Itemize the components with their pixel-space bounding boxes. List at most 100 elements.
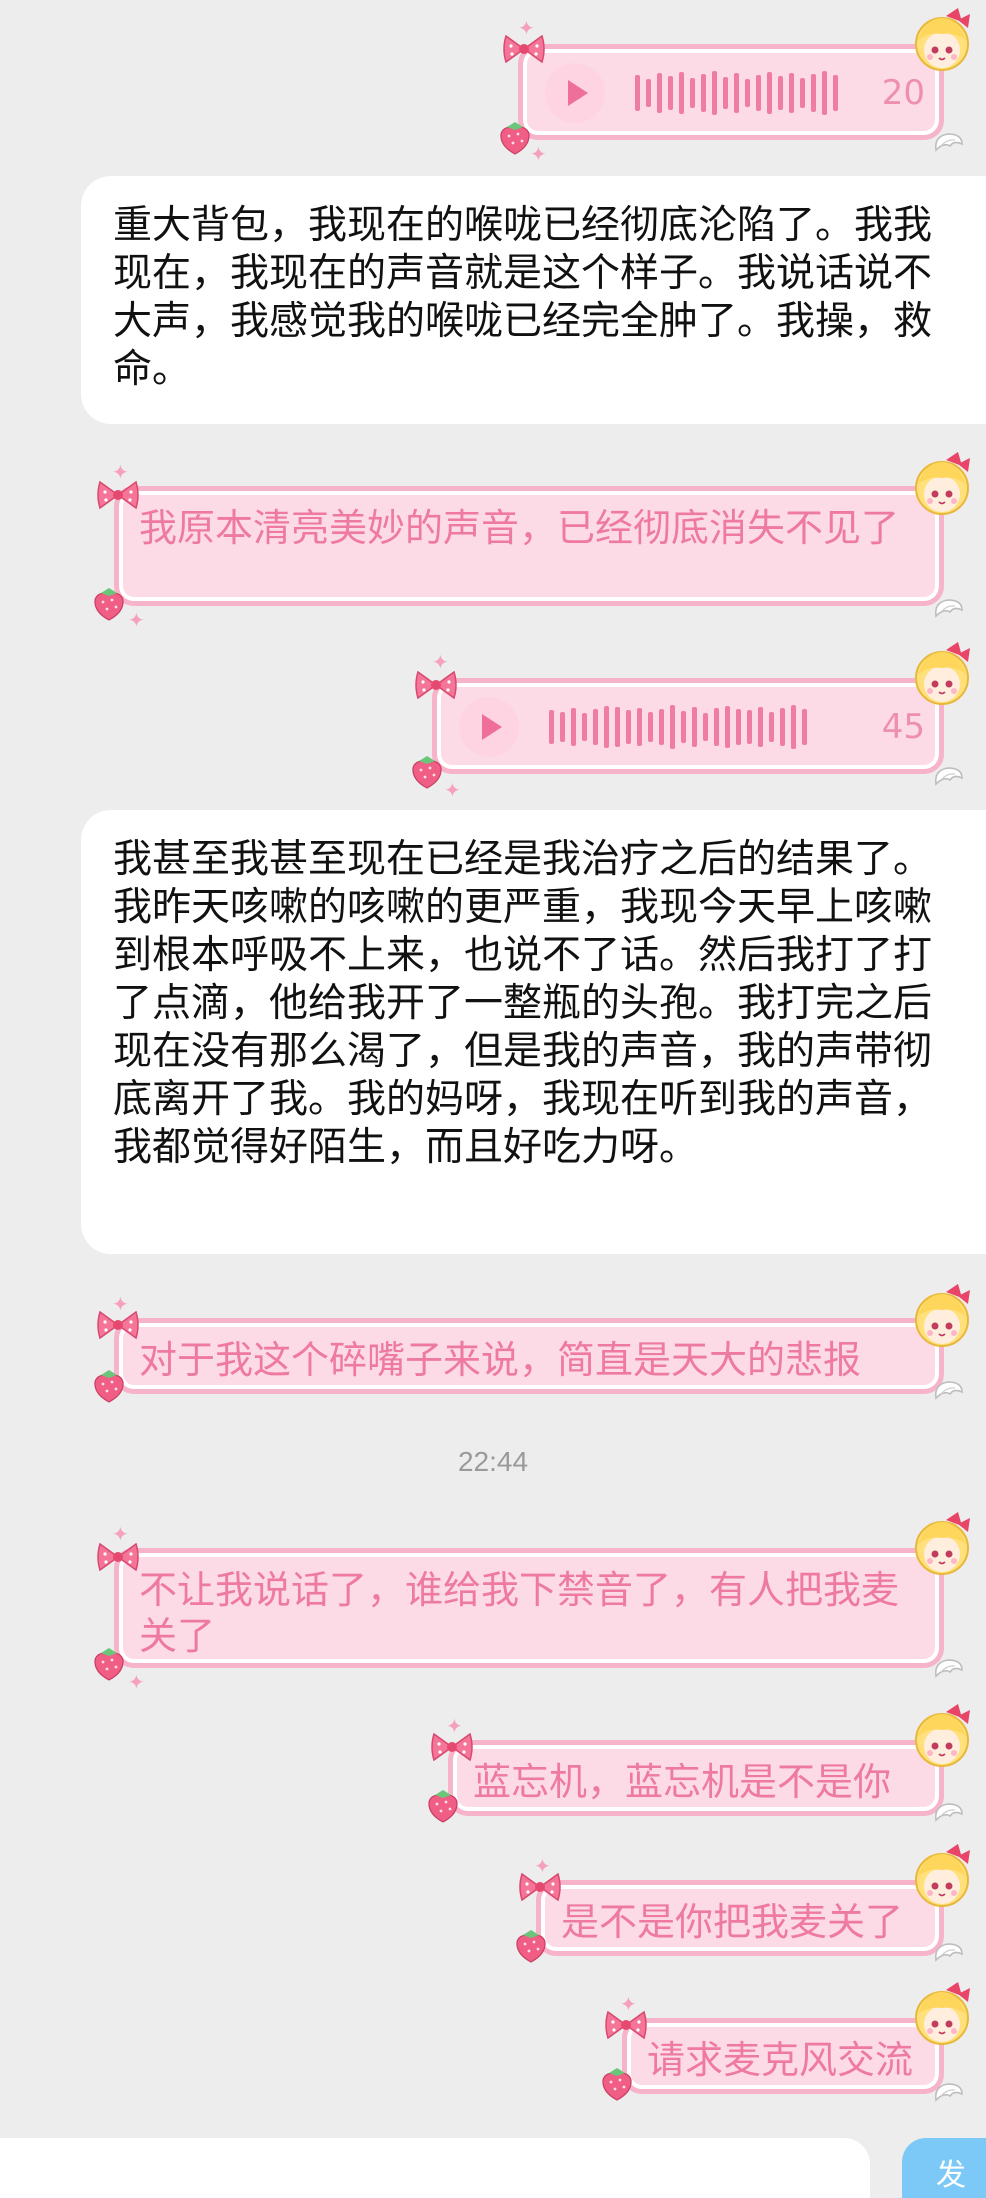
- waveform-bar: [745, 79, 750, 107]
- strawberry-icon: [90, 1644, 128, 1682]
- send-button[interactable]: 发: [902, 2138, 986, 2198]
- sparkle-icon: ✦: [620, 1992, 637, 2016]
- play-button[interactable]: [459, 697, 519, 757]
- doll-avatar-icon: [906, 1980, 978, 2052]
- strawberry-icon: [90, 584, 128, 622]
- waveform-bar: [670, 705, 675, 749]
- waveform-bar: [668, 76, 673, 110]
- message-text: 蓝忘机，蓝忘机是不是你: [473, 1760, 892, 1804]
- waveform-bar: [780, 708, 785, 746]
- waveform-bar: [626, 710, 631, 744]
- waveform-bar: [725, 706, 730, 748]
- wing-icon: [932, 1800, 966, 1826]
- waveform-bar: [802, 709, 807, 745]
- waveform-bar: [789, 73, 794, 113]
- waveform-bar: [756, 75, 761, 111]
- doll-avatar-icon: [906, 1842, 978, 1914]
- doll-avatar-icon: [906, 1510, 978, 1582]
- waveform-bar: [604, 706, 609, 748]
- sparkle-icon: ✦: [128, 1670, 145, 1694]
- message-input[interactable]: [0, 2138, 870, 2198]
- strawberry-icon: [598, 2064, 636, 2102]
- doll-avatar-icon: [906, 1282, 978, 1354]
- sparkle-icon: ✦: [112, 460, 129, 484]
- doll-avatar-icon: [906, 1702, 978, 1774]
- wing-icon: [932, 1378, 966, 1404]
- wing-icon: [932, 2080, 966, 2106]
- sparkle-icon: ✦: [530, 142, 547, 166]
- waveform-bar: [736, 709, 741, 745]
- waveform-bar: [800, 78, 805, 108]
- waveform-bar: [690, 78, 695, 108]
- timestamp: 22:44: [457, 1446, 529, 1477]
- waveform-bar: [615, 707, 620, 747]
- waveform-bar: [681, 711, 686, 743]
- waveform-bar: [723, 77, 728, 109]
- doll-avatar-icon: [906, 640, 978, 712]
- strawberry-icon: [424, 1786, 462, 1824]
- wing-icon: [932, 1940, 966, 1966]
- waveform-bar: [769, 712, 774, 742]
- waveform-bar: [767, 72, 772, 114]
- waveform-bar: [637, 708, 642, 746]
- message-text: 是不是你把我麦关了: [561, 1900, 904, 1944]
- sparkle-icon: ✦: [534, 1854, 551, 1878]
- voice-waveform: [635, 71, 866, 115]
- strawberry-icon: [512, 1926, 550, 1964]
- message-text: 我原本清亮美妙的声音，已经彻底消失不见了: [139, 506, 900, 550]
- chat-area: 20 ✦ ✦ 重大背包，我现在的喉咙已经彻底沦陷了。我我现在，我现在的声音就是这…: [0, 0, 986, 2198]
- text-message[interactable]: 重大背包，我现在的喉咙已经彻底沦陷了。我我现在，我现在的声音就是这个样子。我说话…: [81, 176, 986, 424]
- waveform-bar: [778, 76, 783, 110]
- message-text: 不让我说话了，谁给我下禁音了，有人把我麦关了: [139, 1568, 900, 1658]
- strawberry-icon: [496, 118, 534, 156]
- doll-avatar-icon: [906, 450, 978, 522]
- waveform-bar: [648, 712, 653, 742]
- send-button-label: 发: [936, 2158, 966, 2193]
- text-message[interactable]: 对于我这个碎嘴子来说，简直是天大的悲报: [114, 1318, 944, 1394]
- waveform-bar: [657, 73, 662, 113]
- waveform-bar: [747, 710, 752, 744]
- text-message[interactable]: 是不是你把我麦关了: [536, 1880, 944, 1956]
- sparkle-icon: ✦: [446, 1714, 463, 1738]
- wing-icon: [932, 130, 966, 156]
- waveform-bar: [646, 79, 651, 107]
- text-message[interactable]: 不让我说话了，谁给我下禁音了，有人把我麦关了: [114, 1548, 944, 1668]
- waveform-bar: [701, 74, 706, 112]
- wing-icon: [932, 596, 966, 622]
- text-message[interactable]: 我甚至我甚至现在已经是我治疗之后的结果了。我昨天咳嗽的咳嗽的更严重，我现今天早上…: [81, 810, 986, 1254]
- voice-waveform: [549, 705, 866, 749]
- waveform-bar: [703, 713, 708, 741]
- message-text: 我甚至我甚至现在已经是我治疗之后的结果了。我昨天咳嗽的咳嗽的更严重，我现今天早上…: [113, 837, 933, 1170]
- voice-message[interactable]: 45: [432, 678, 944, 774]
- message-text: 对于我这个碎嘴子来说，简直是天大的悲报: [139, 1338, 862, 1382]
- waveform-bar: [714, 708, 719, 746]
- waveform-bar: [582, 713, 587, 741]
- waveform-bar: [692, 707, 697, 747]
- play-icon: [482, 714, 502, 740]
- waveform-bar: [811, 74, 816, 112]
- waveform-bar: [679, 72, 684, 114]
- text-message[interactable]: 请求麦克风交流: [622, 2018, 944, 2094]
- message-text: 请求麦克风交流: [647, 2038, 914, 2082]
- sparkle-icon: ✦: [518, 16, 535, 40]
- waveform-bar: [791, 705, 796, 749]
- play-button[interactable]: [545, 63, 605, 123]
- sparkle-icon: ✦: [112, 1522, 129, 1546]
- sparkle-icon: ✦: [128, 608, 145, 632]
- waveform-bar: [712, 71, 717, 115]
- waveform-bar: [635, 75, 640, 111]
- waveform-bar: [560, 712, 565, 742]
- waveform-bar: [822, 71, 827, 115]
- waveform-bar: [833, 75, 838, 111]
- text-message[interactable]: 蓝忘机，蓝忘机是不是你: [448, 1740, 944, 1816]
- sparkle-icon: ✦: [112, 1292, 129, 1316]
- wing-icon: [932, 764, 966, 790]
- voice-message[interactable]: 20: [518, 44, 944, 140]
- waveform-bar: [734, 73, 739, 113]
- waveform-bar: [659, 709, 664, 745]
- waveform-bar: [758, 707, 763, 747]
- strawberry-icon: [408, 752, 446, 790]
- text-message[interactable]: 我原本清亮美妙的声音，已经彻底消失不见了: [114, 486, 944, 606]
- waveform-bar: [571, 708, 576, 746]
- play-icon: [568, 80, 588, 106]
